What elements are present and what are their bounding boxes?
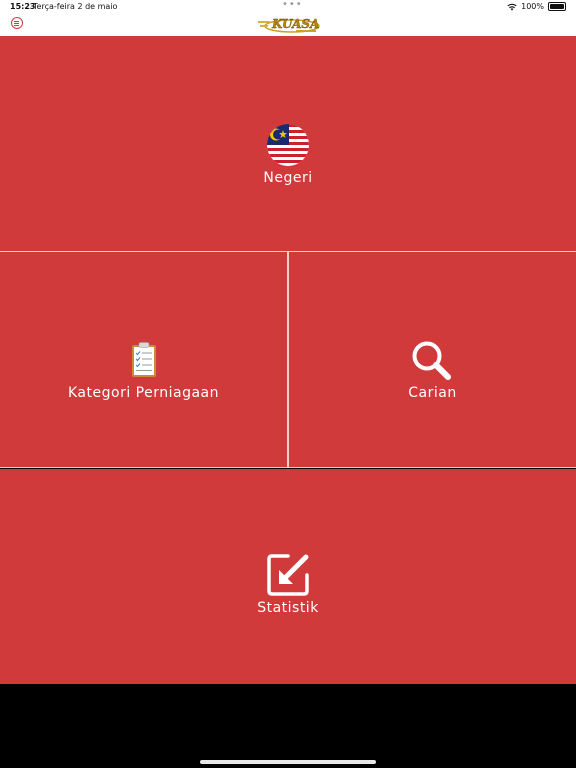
clipboard-checklist-icon [132, 342, 156, 377]
menu-line [14, 23, 19, 24]
tile-kategori-label: Kategori Perniagaan [68, 385, 219, 401]
tile-statistik[interactable]: Statistik [0, 469, 576, 684]
tile-kategori-perniagaan[interactable]: Kategori Perniagaan [0, 252, 287, 467]
menu-line [14, 21, 19, 22]
menu-line [14, 25, 19, 26]
tile-carian-label: Carian [408, 385, 457, 401]
status-date: Terça-feira 2 de maio [33, 2, 118, 11]
bottom-area [0, 684, 576, 768]
nav-bar: KUASA [0, 14, 576, 36]
multitasking-dots[interactable]: ••• [282, 0, 303, 10]
kuasa-logo: KUASA [258, 17, 320, 33]
tile-negeri-label: Negeri [263, 170, 313, 186]
export-arrow-icon [267, 554, 309, 596]
tile-statistik-label: Statistik [257, 600, 319, 616]
tile-negeri[interactable]: Negeri [0, 36, 576, 251]
magnifier-icon [412, 341, 451, 380]
status-time: 15:23 [10, 2, 36, 11]
divider [0, 467, 576, 468]
status-bar: 15:23 Terça-feira 2 de maio ••• 100% [0, 0, 576, 14]
status-right: 100% [507, 2, 566, 11]
battery-percent: 100% [521, 2, 544, 11]
tile-carian[interactable]: Carian [289, 252, 576, 467]
battery-icon [548, 2, 566, 11]
logo-text: KUASA [271, 17, 319, 31]
malaysia-flag-icon [267, 124, 309, 166]
wifi-icon [507, 3, 517, 10]
battery-level [550, 4, 564, 9]
menu-button[interactable] [11, 17, 23, 29]
home-indicator[interactable] [200, 760, 376, 764]
